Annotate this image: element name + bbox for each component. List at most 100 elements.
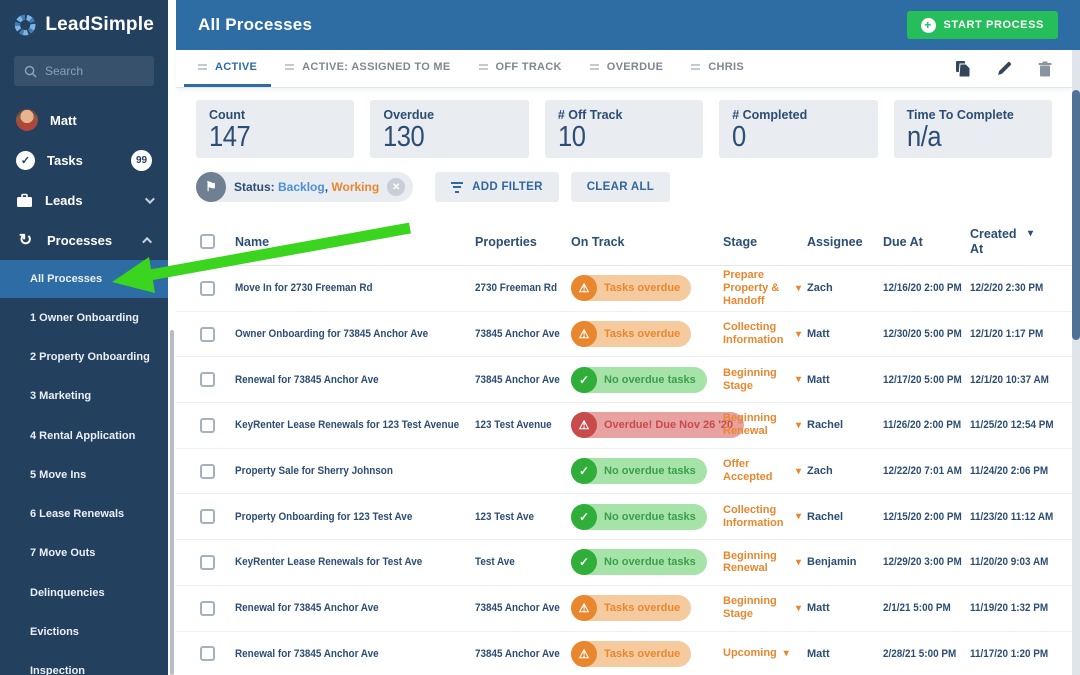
column-header-assignee[interactable]: Assignee: [807, 235, 883, 249]
copy-icon[interactable]: [955, 60, 971, 77]
chevron-down-icon: [144, 193, 155, 204]
row-checkbox[interactable]: [200, 280, 215, 296]
due-at-value: 12/22/20 7:01 AM: [883, 465, 962, 478]
sidebar-item-inspection[interactable]: Inspection: [0, 652, 168, 675]
sidebar-item-leads[interactable]: Leads: [0, 180, 168, 220]
sidebar-item-label: 5 Move Ins: [30, 468, 87, 481]
warning-icon: ⚠: [571, 275, 597, 302]
sidebar-item-2-property-onboarding[interactable]: 2 Property Onboarding: [0, 337, 168, 376]
avatar: [16, 109, 38, 131]
sidebar-item-1-owner-onboarding[interactable]: 1 Owner Onboarding: [0, 298, 168, 337]
stage-dropdown[interactable]: Offer Accepted ▾: [723, 458, 807, 484]
stage-dropdown[interactable]: Collecting Information ▾: [723, 504, 807, 530]
select-all-checkbox[interactable]: [200, 234, 215, 249]
stage-dropdown[interactable]: Beginning Renewal ▾: [723, 412, 807, 438]
on-track-badge: ⚠ Tasks overdue: [571, 275, 692, 302]
row-checkbox[interactable]: [200, 646, 215, 662]
logo[interactable]: LeadSimple: [0, 0, 168, 50]
sidebar-item-user[interactable]: Matt: [0, 100, 168, 140]
column-header-due-at[interactable]: Due At: [883, 235, 970, 249]
tab-active[interactable]: ACTIVE: [184, 50, 272, 87]
sidebar-item-all-processes[interactable]: All Processes: [0, 260, 168, 298]
table-row[interactable]: KeyRenter Lease Renewals for 123 Test Av…: [176, 403, 1072, 449]
edit-pencil-icon[interactable]: [997, 61, 1012, 76]
remove-filter-icon[interactable]: ✕: [387, 178, 406, 196]
table-row[interactable]: Renewal for 73845 Anchor Ave 73845 Anchor…: [176, 357, 1072, 404]
column-header-on-track[interactable]: On Track: [571, 235, 723, 249]
cell-created-at: 12/1/20 1:17 PM: [970, 328, 1064, 340]
cell-assignee: Matt: [807, 602, 830, 615]
property-name: 73845 Anchor Ave: [475, 373, 560, 386]
sidebar-item-5-move-ins[interactable]: 5 Move Ins: [0, 455, 168, 494]
stage-label: Collecting Information: [723, 321, 784, 347]
table-row[interactable]: Renewal for 73845 Anchor Ave 73845 Anchor…: [176, 586, 1072, 632]
clear-all-button[interactable]: CLEAR ALL: [570, 172, 671, 202]
sidebar-item-processes[interactable]: ↻ Processes: [0, 220, 168, 260]
row-checkbox[interactable]: [200, 463, 215, 479]
flag-icon: ⚑: [196, 172, 226, 202]
table-row[interactable]: Owner Onboarding for 73845 Anchor Ave 738…: [176, 312, 1072, 358]
chevron-up-icon: [142, 236, 153, 247]
row-checkbox[interactable]: [200, 554, 215, 570]
row-checkbox[interactable]: [200, 372, 215, 388]
stage-caret-icon: ▾: [796, 419, 802, 431]
row-checkbox[interactable]: [200, 509, 215, 525]
cell-on-track: ✓ No overdue tasks: [571, 549, 723, 576]
stage-dropdown[interactable]: Beginning Stage ▾: [723, 595, 807, 621]
sidebar-item-4-rental-application[interactable]: 4 Rental Application: [0, 416, 168, 455]
row-checkbox[interactable]: [200, 417, 215, 433]
leadsimple-logo-icon: [14, 14, 36, 36]
tab-off-track[interactable]: OFF TRACK: [465, 50, 576, 87]
sidebar-item-label: 3 Marketing: [30, 390, 92, 403]
stage-label: Offer Accepted: [723, 458, 773, 484]
tab-grip-icon: [198, 64, 207, 70]
sidebar-scrollbar-thumb[interactable]: [170, 330, 174, 675]
sidebar-item-7-move-outs[interactable]: 7 Move Outs: [0, 534, 168, 573]
stage-dropdown[interactable]: Upcoming ▾: [723, 647, 807, 660]
tab-overdue[interactable]: OVERDUE: [576, 50, 678, 87]
chip-value-working: Working: [331, 180, 380, 194]
on-track-label: No overdue tasks: [604, 510, 696, 523]
row-checkbox[interactable]: [200, 326, 215, 342]
sidebar-item-tasks[interactable]: ✓ Tasks 99: [0, 140, 168, 180]
row-checkbox[interactable]: [200, 600, 215, 616]
main-scrollbar-thumb[interactable]: [1072, 90, 1080, 340]
stage-dropdown[interactable]: Beginning Stage ▾: [723, 367, 807, 393]
due-at-value: 12/30/20 5:00 PM: [883, 328, 962, 341]
created-at-value: 12/1/20 1:17 PM: [970, 328, 1044, 341]
cell-due-at: 12/15/20 2:00 PM: [883, 511, 970, 523]
process-name: KeyRenter Lease Renewals for 123 Test Av…: [235, 419, 460, 432]
table-row[interactable]: Property Sale for Sherry Johnson ✓ No over…: [176, 449, 1072, 495]
on-track-label: No overdue tasks: [604, 556, 696, 569]
sidebar-item-delinquencies[interactable]: Delinquencies: [0, 573, 168, 612]
process-name: Property Onboarding for 123 Test Ave: [235, 510, 413, 523]
sidebar-item-label: All Processes: [30, 273, 103, 285]
process-name: Move In for 2730 Freeman Rd: [235, 282, 373, 295]
stage-dropdown[interactable]: Beginning Renewal ▾: [723, 550, 807, 576]
column-header-properties[interactable]: Properties: [475, 235, 571, 249]
clear-all-label: CLEAR ALL: [586, 181, 655, 193]
tab-active-assigned-to-me[interactable]: ACTIVE: ASSIGNED TO ME: [271, 50, 464, 87]
sidebar-item-label: 6 Lease Renewals: [30, 508, 125, 521]
column-header-created-at[interactable]: Created At ▾: [970, 227, 1064, 256]
briefcase-icon: [17, 193, 32, 207]
start-process-button[interactable]: + START PROCESS: [906, 11, 1058, 39]
trash-icon[interactable]: [1038, 61, 1052, 77]
column-header-name[interactable]: Name: [235, 235, 475, 249]
stage-caret-icon: ▾: [783, 648, 789, 660]
table-row[interactable]: KeyRenter Lease Renewals for Test Ave Tes…: [176, 540, 1072, 586]
sidebar-item-evictions[interactable]: Evictions: [0, 612, 168, 651]
stage-label: Beginning Renewal: [723, 412, 777, 438]
status-filter-chip[interactable]: ⚑ Status: Backlog, Working ✕: [196, 172, 414, 202]
table-row[interactable]: Property Onboarding for 123 Test Ave 123 …: [176, 494, 1072, 541]
tab-chris[interactable]: CHRIS: [677, 50, 758, 87]
search-input[interactable]: Search: [14, 56, 154, 86]
add-filter-button[interactable]: ADD FILTER: [435, 172, 559, 202]
sidebar-item-3-marketing[interactable]: 3 Marketing: [0, 377, 168, 416]
sidebar-item-6-lease-renewals[interactable]: 6 Lease Renewals: [0, 494, 168, 533]
column-header-stage[interactable]: Stage: [723, 235, 807, 249]
stage-dropdown[interactable]: Collecting Information ▾: [723, 321, 807, 347]
table-row[interactable]: Move In for 2730 Freeman Rd 2730 Freeman …: [176, 266, 1072, 312]
table-row[interactable]: Renewal for 73845 Anchor Ave 73845 Anchor…: [176, 632, 1072, 675]
stage-dropdown[interactable]: Prepare Property & Handoff ▾: [723, 269, 807, 308]
